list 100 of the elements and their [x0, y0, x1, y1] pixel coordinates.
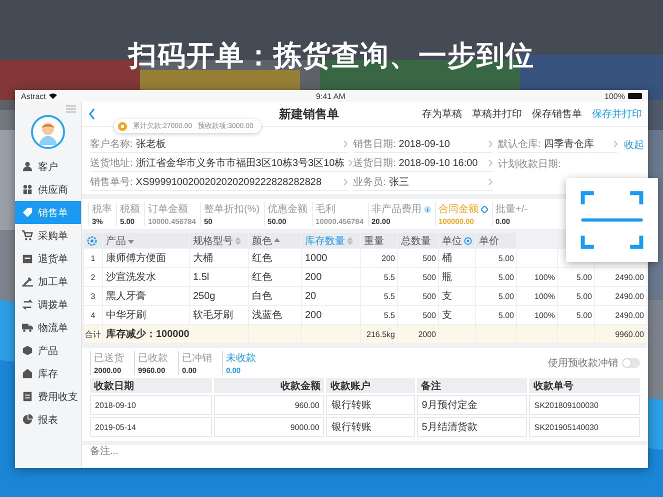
sidebar-item[interactable]: 采购单 [15, 224, 81, 247]
table-cell: 软毛牙刷 [190, 306, 248, 324]
column-header[interactable]: 单价 [476, 233, 516, 248]
table-cell: 桶 [439, 249, 475, 267]
form-field[interactable]: 送货日期: 2018-09-10 16:00 [353, 155, 493, 172]
truck-icon [22, 322, 33, 333]
total-cell: 9960.00 [595, 325, 646, 343]
summary-label: 合同金额 [438, 202, 478, 216]
summary-label: 订单金额 [148, 202, 188, 216]
table-cell: 100% [517, 268, 557, 286]
sidebar-item[interactable]: 加工单 [15, 270, 81, 293]
chevron-icon [613, 140, 618, 148]
info-icon[interactable] [424, 206, 430, 212]
sidebar-item[interactable]: 供应商 [15, 178, 81, 201]
table-cell: 20 [302, 287, 360, 305]
sidebar-item[interactable]: 库存 [15, 362, 81, 385]
sidebar-item[interactable]: 调拨单 [15, 293, 81, 316]
column-header: 收款日期 [90, 378, 212, 393]
clock: 9:41 AM [316, 92, 346, 100]
table-cell: 500 [398, 306, 438, 324]
payment-label: 已冲销 [182, 352, 212, 365]
table-cell: 500 [398, 249, 438, 267]
total-cell: 库存减少：100000 [103, 325, 248, 343]
table-cell: 200 [302, 306, 360, 324]
carrier-name: Astract [21, 92, 46, 100]
table-cell: 5.00 [476, 287, 516, 305]
sidebar-item[interactable]: 产品 [15, 339, 81, 362]
chevron-icon [488, 178, 493, 186]
table-cell: 5.00 [476, 268, 516, 286]
form-field[interactable]: 计划收款日期: [498, 156, 561, 172]
scan-frame-icon[interactable] [579, 190, 645, 250]
sidebar-item[interactable]: 退货单 [15, 247, 81, 270]
sidebar-item[interactable]: 费用收支 [15, 385, 81, 408]
settings-icon[interactable] [87, 236, 97, 246]
coin-icon [118, 122, 127, 130]
circle-icon[interactable] [464, 236, 472, 244]
summary-label: 毛利 [316, 202, 336, 216]
box-icon [22, 345, 33, 356]
table-cell: SK201809100030 [529, 395, 640, 415]
chevron-icon [348, 159, 353, 167]
toolbar-button[interactable]: 草稿并打印 [472, 107, 522, 121]
table-cell: 3 [84, 287, 102, 305]
total-cell: 2000 [398, 325, 438, 343]
form-field[interactable]: 销售单号: XS9999100200202020209222828282828 [90, 174, 348, 191]
payment-label: 未收款 [226, 352, 256, 365]
diamond-icon[interactable] [480, 206, 488, 212]
form-field[interactable]: 客户名称: 张老板 [90, 136, 348, 153]
chevron-icon [343, 178, 348, 186]
column-header[interactable]: 规格型号 [190, 233, 248, 248]
column-header[interactable]: 颜色 [249, 233, 301, 248]
table-cell: 1 [84, 249, 102, 267]
column-header[interactable]: 总数量 [398, 233, 438, 248]
tag-icon [22, 207, 33, 218]
menu-icon[interactable] [66, 105, 76, 113]
chevron-icon [343, 140, 348, 148]
total-cell: 合计 [84, 325, 102, 343]
payment-label: 已收款 [138, 352, 168, 365]
sort-icon[interactable] [347, 236, 353, 244]
summary-label: 整单折扣(%) [204, 202, 260, 216]
column-header[interactable]: 产品 [103, 233, 189, 248]
table-cell: 2490.00 [595, 306, 646, 324]
sort-icon[interactable] [235, 236, 241, 244]
summary-label: 税率 [92, 202, 112, 216]
table-cell: 5.00 [476, 249, 516, 267]
table-cell: 2490.00 [595, 268, 646, 286]
toolbar-button[interactable]: 保存销售单 [532, 107, 582, 121]
table-cell: 200 [361, 249, 397, 267]
sidebar-item[interactable]: 物流单 [15, 316, 81, 339]
form-field[interactable]: 业务员: 张三 [353, 174, 493, 191]
table-cell: 白色 [249, 287, 301, 305]
table-cell: 9000.00 [214, 417, 324, 437]
toolbar-button[interactable]: 存为草稿 [422, 107, 462, 121]
toggle-switch[interactable] [622, 358, 640, 368]
sort-up-icon[interactable] [274, 236, 280, 244]
avatar[interactable] [31, 115, 65, 149]
column-header[interactable]: 单位 [439, 233, 475, 248]
form-field[interactable]: 默认仓库: 四季青仓库 [498, 136, 618, 153]
tool-icon [22, 276, 33, 287]
sidebar-item[interactable]: 客户 [15, 155, 81, 178]
cart-icon [22, 230, 33, 241]
table-cell: 浅蓝色 [249, 306, 301, 324]
notes-field[interactable]: 备注... [82, 445, 648, 468]
form-field[interactable]: 送货地址: 浙江省金华市义务市市福田3区10栋3号3区10栋 [90, 155, 353, 172]
table-cell: 250g [190, 287, 248, 305]
person-icon [22, 161, 33, 172]
battery-percent: 100% [604, 92, 625, 100]
sidebar-item[interactable]: 报表 [15, 408, 81, 431]
table-cell: 银行转账 [326, 395, 415, 415]
back-icon[interactable] [88, 108, 96, 120]
arrows-icon [22, 299, 33, 310]
table-cell: 黑人牙膏 [103, 287, 189, 305]
table-cell: 5.5 [361, 287, 397, 305]
column-header[interactable]: 重量 [361, 233, 397, 248]
form-field[interactable]: 销售日期: 2018-09-10 [353, 136, 493, 153]
table-cell: 2018-09-10 [90, 395, 212, 415]
table-cell: 500 [398, 287, 438, 305]
table-cell: 5.5 [361, 268, 397, 286]
wifi-icon [48, 93, 57, 99]
table-cell: 100% [517, 306, 557, 324]
column-header: 收款账户 [326, 378, 415, 393]
